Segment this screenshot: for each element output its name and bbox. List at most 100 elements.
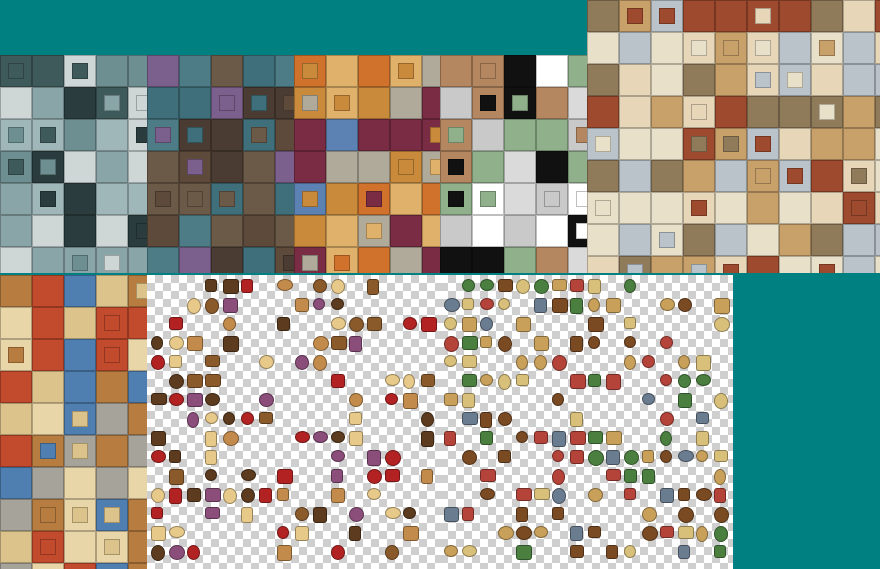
tile: [179, 87, 211, 119]
tile: [587, 32, 619, 64]
sprite: [331, 336, 347, 350]
tile-detail: [787, 72, 803, 88]
tile: [96, 151, 128, 183]
sprite: [678, 450, 694, 462]
tile: [390, 247, 422, 273]
sprite: [187, 374, 203, 388]
tile: [587, 64, 619, 96]
roof-tiles-sheet: [440, 55, 587, 273]
tile: [811, 160, 843, 192]
tile: [843, 32, 875, 64]
sprite: [642, 507, 657, 522]
tile-detail: [480, 191, 496, 207]
sprite: [169, 469, 184, 485]
sprite: [187, 393, 203, 407]
sprite: [205, 374, 221, 387]
tile: [875, 160, 880, 192]
sprite: [696, 526, 708, 542]
tile-detail: [691, 104, 707, 120]
sprite: [462, 450, 477, 465]
sprite: [295, 431, 310, 443]
tile-detail: [104, 539, 120, 555]
items-props-sheet: [440, 275, 733, 569]
tile-detail: [512, 95, 528, 111]
sprite: [624, 545, 636, 558]
tile: [747, 224, 779, 256]
tile: [128, 183, 147, 215]
sprite: [367, 317, 382, 331]
tile-detail: [136, 127, 147, 143]
sprite: [534, 298, 547, 313]
sprite: [534, 488, 550, 500]
tile: [651, 128, 683, 160]
sprite: [205, 507, 220, 519]
tile: [811, 224, 843, 256]
sprite: [462, 355, 477, 368]
tile-detail: [72, 443, 88, 459]
furniture-sheet: [147, 275, 440, 569]
sprite: [714, 507, 729, 523]
sprite: [516, 279, 530, 294]
tile-detail: [448, 191, 464, 207]
sprite: [259, 393, 274, 407]
tile: [64, 371, 96, 403]
sprite: [696, 488, 712, 501]
sprite: [223, 298, 238, 313]
sprite: [552, 355, 567, 371]
tile: [0, 403, 32, 435]
interior-walls-sheet: [587, 0, 880, 273]
sprite: [480, 317, 493, 331]
tile-detail: [104, 255, 120, 271]
tile: [326, 119, 358, 151]
tile-detail: [659, 8, 675, 24]
tile-detail: [691, 264, 707, 273]
tile-detail: [104, 507, 120, 523]
sprite: [714, 450, 728, 462]
tile: [651, 64, 683, 96]
sprite: [714, 469, 726, 485]
tile: [568, 151, 587, 183]
sprite: [606, 374, 621, 390]
sprite: [205, 393, 220, 406]
tile-detail: [104, 95, 120, 111]
tile: [275, 55, 294, 87]
tile: [0, 435, 32, 467]
sprite: [606, 469, 621, 481]
sprite: [462, 412, 478, 425]
tile: [96, 119, 128, 151]
sprite: [642, 393, 655, 405]
tile: [64, 151, 96, 183]
sprite: [516, 488, 532, 501]
sprite: [169, 545, 185, 560]
tile: [294, 119, 326, 151]
tile: [64, 275, 96, 307]
tile: [811, 0, 843, 32]
sprite: [169, 526, 185, 538]
sprite: [552, 298, 568, 313]
sprite: [696, 431, 709, 446]
tile: [275, 151, 294, 183]
tile: [64, 183, 96, 215]
tile: [504, 119, 536, 151]
tile: [128, 467, 147, 499]
sprite: [498, 336, 512, 352]
tile: [875, 0, 880, 32]
tile-detail: [8, 347, 24, 363]
tile: [587, 256, 619, 273]
tile: [747, 192, 779, 224]
sprite: [241, 507, 253, 523]
sprite: [480, 279, 494, 291]
sprite: [313, 298, 325, 310]
tile-detail: [480, 95, 496, 111]
tile: [64, 87, 96, 119]
sprite: [660, 336, 673, 349]
sprite: [331, 374, 345, 388]
tile: [619, 96, 651, 128]
tile: [32, 87, 64, 119]
sprite: [624, 317, 636, 329]
sprite: [624, 336, 636, 348]
tile: [619, 192, 651, 224]
sprite: [480, 298, 494, 310]
sprite: [660, 450, 672, 463]
tile: [96, 215, 128, 247]
